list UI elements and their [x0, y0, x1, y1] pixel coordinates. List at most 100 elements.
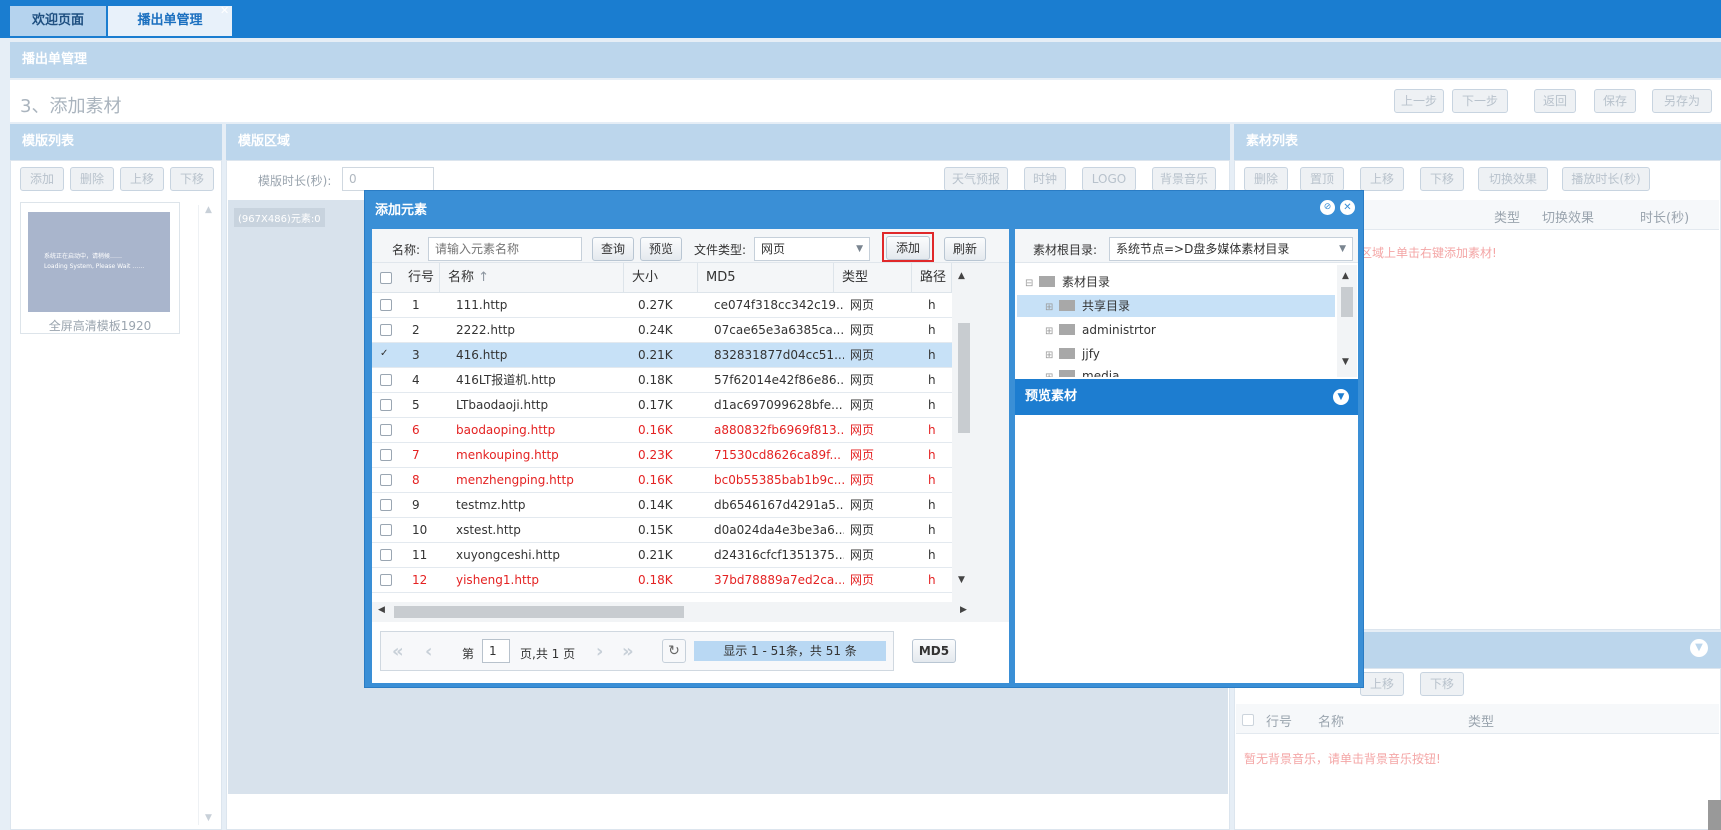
material-duration-button[interactable]: 播放时长(秒) [1562, 167, 1650, 191]
bg-music-button[interactable]: 背景音乐 [1152, 167, 1216, 191]
col-type[interactable]: 类型 [834, 263, 912, 292]
row-checkbox[interactable] [380, 424, 392, 436]
query-button[interactable]: 查询 [592, 237, 634, 261]
tab-playlist[interactable]: 播出单管理 [108, 6, 232, 36]
expand-icon[interactable]: ⊞ [1045, 326, 1053, 337]
tree-node-jjfy[interactable]: ⊞ jjfy [1045, 343, 1100, 365]
row-checkbox[interactable] [380, 374, 392, 386]
row-checkbox[interactable] [380, 449, 392, 461]
table-row[interactable]: 11 xuyongceshi.http 0.21K d24316cfcf1351375… [372, 543, 952, 568]
weather-button[interactable]: 天气预报 [944, 167, 1008, 191]
collapse-icon[interactable]: ⊟ [1025, 278, 1033, 289]
template-add-button[interactable]: 添加 [20, 167, 64, 191]
scroll-left-icon[interactable]: ◀ [378, 605, 385, 615]
chevron-down-icon[interactable]: ▼ [856, 238, 863, 260]
row-checkbox[interactable] [380, 399, 392, 411]
reload-icon[interactable]: ↻ [662, 639, 686, 663]
tab-welcome[interactable]: 欢迎页面 [10, 6, 106, 36]
preview-button[interactable]: 预览 [640, 237, 682, 261]
region-label[interactable]: (967X486)元素:0 [234, 208, 325, 227]
bg-music-up-button[interactable]: 上移 [1360, 672, 1404, 696]
duration-input[interactable]: 0 [342, 167, 434, 191]
row-checkbox[interactable] [380, 299, 392, 311]
row-checkbox[interactable]: ✓ [380, 349, 392, 361]
md5-button[interactable]: MD5 [912, 639, 956, 663]
template-list-scrollbar[interactable]: ▲ ▼ [198, 205, 218, 825]
sort-up-icon[interactable]: ↑ [478, 270, 489, 285]
material-col-effect[interactable]: 切换效果 [1542, 207, 1594, 226]
scroll-down-icon[interactable]: ▼ [958, 575, 965, 585]
select-all-checkbox[interactable] [380, 272, 392, 284]
table-row[interactable]: 7 menkouping.http 0.23K 71530cd8626ca89f...… [372, 443, 952, 468]
scroll-thumb[interactable] [958, 323, 970, 433]
scroll-up-icon[interactable]: ▲ [958, 271, 965, 281]
prev-page-icon[interactable]: ‹ [425, 641, 432, 662]
row-checkbox[interactable] [380, 524, 392, 536]
dialog-restore-icon[interactable]: ⊘ [1320, 200, 1335, 215]
col-path[interactable]: 路径 [912, 263, 952, 292]
prev-step-button[interactable]: 上一步 [1394, 89, 1444, 113]
material-col-duration[interactable]: 时长(秒) [1640, 207, 1689, 226]
material-up-button[interactable]: 上移 [1360, 167, 1404, 191]
expand-icon[interactable]: ⊞ [1045, 302, 1053, 313]
preview-collapse-icon[interactable]: ▼ [1333, 389, 1349, 405]
table-row[interactable]: 9 testmz.http 0.14K db6546167d4291a5... 网页 h [372, 493, 952, 518]
next-page-icon[interactable]: › [596, 641, 603, 662]
root-dir-select[interactable]: 系统节点=>D盘多媒体素材目录 ▼ [1109, 237, 1353, 261]
material-top-button[interactable]: 置顶 [1300, 167, 1344, 191]
page-input[interactable]: 1 [482, 639, 510, 663]
expand-icon[interactable]: ⊞ [1045, 350, 1053, 361]
tree-node-shared[interactable]: ⊞ 共享目录 [1017, 295, 1335, 317]
close-icon[interactable]: ✕ [220, 4, 229, 17]
table-row[interactable]: 12 yisheng1.http 0.18K 37bd78889a7ed2ca... 网… [372, 568, 952, 593]
col-name[interactable]: 名称 ↑ [440, 263, 624, 292]
save-button[interactable]: 保存 [1594, 89, 1636, 113]
material-col-type[interactable]: 类型 [1494, 207, 1520, 226]
dialog-close-icon[interactable]: ✕ [1340, 200, 1355, 215]
row-checkbox[interactable] [380, 574, 392, 586]
scroll-thumb[interactable] [1341, 287, 1353, 317]
bg-music-col-no[interactable]: 行号 [1266, 711, 1292, 730]
tree-node-media[interactable]: ⊞ media [1045, 365, 1119, 377]
col-no[interactable]: 行号 [396, 263, 440, 292]
scroll-down-icon[interactable]: ▼ [199, 813, 218, 823]
back-button[interactable]: 返回 [1534, 89, 1576, 113]
tree-scrollbar[interactable]: ▲ ▼ [1337, 265, 1357, 377]
scroll-up-icon[interactable]: ▲ [199, 205, 218, 215]
last-page-icon[interactable]: » [622, 641, 634, 662]
table-row[interactable]: 5 LTbaodaoji.http 0.17K d1ac697099628bfe...… [372, 393, 952, 418]
scroll-down-icon[interactable]: ▼ [1342, 357, 1349, 367]
grid-vscrollbar[interactable]: ▲ ▼ [952, 263, 976, 602]
refresh-button[interactable]: 刷新 [944, 237, 986, 261]
template-down-button[interactable]: 下移 [170, 167, 214, 191]
table-row[interactable]: 4 416LT报道机.http 0.18K 57f62014e42f86e86... 网… [372, 368, 952, 393]
table-row[interactable]: 6 baodaoping.http 0.16K a880832fb6969f813..… [372, 418, 952, 443]
table-row[interactable]: 2 2222.http 0.24K 07cae65e3a6385ca... 网页 h [372, 318, 952, 343]
scroll-up-icon[interactable]: ▲ [1342, 271, 1349, 281]
chevron-down-icon[interactable]: ▼ [1339, 238, 1346, 260]
logo-button[interactable]: LOGO [1082, 167, 1136, 191]
col-md5[interactable]: MD5 [698, 263, 834, 292]
col-size[interactable]: 大小 [624, 263, 698, 292]
table-row[interactable]: 1 111.http 0.27K ce074f318cc342c19... 网页 h [372, 293, 952, 318]
bg-music-collapse-icon[interactable]: ▼ [1690, 639, 1708, 657]
expand-icon[interactable]: ⊞ [1045, 372, 1053, 377]
row-checkbox[interactable] [380, 474, 392, 486]
row-checkbox[interactable] [380, 549, 392, 561]
tree-node-administrtor[interactable]: ⊞ administrtor [1045, 319, 1156, 341]
row-checkbox[interactable] [380, 324, 392, 336]
bg-music-down-button[interactable]: 下移 [1420, 672, 1464, 696]
row-checkbox[interactable] [380, 499, 392, 511]
template-thumbnail[interactable]: 系统正在启动中，请稍候…… Loading System, Please Wai… [28, 212, 170, 312]
template-up-button[interactable]: 上移 [120, 167, 164, 191]
bg-music-col-name[interactable]: 名称 [1318, 711, 1344, 730]
clock-button[interactable]: 时钟 [1024, 167, 1066, 191]
add-button[interactable]: 添加 [886, 236, 930, 260]
h-scroll-thumb[interactable] [394, 606, 684, 618]
bg-music-col-type[interactable]: 类型 [1468, 711, 1494, 730]
first-page-icon[interactable]: « [392, 641, 404, 662]
table-row[interactable]: ✓ 3 416.http 0.21K 832831877d04cc51... 网页 h [372, 343, 952, 368]
tree-node-root[interactable]: ⊟ 素材目录 [1025, 271, 1335, 293]
grid-hscrollbar[interactable]: ◀ ▶ [372, 602, 976, 622]
material-down-button[interactable]: 下移 [1420, 167, 1464, 191]
